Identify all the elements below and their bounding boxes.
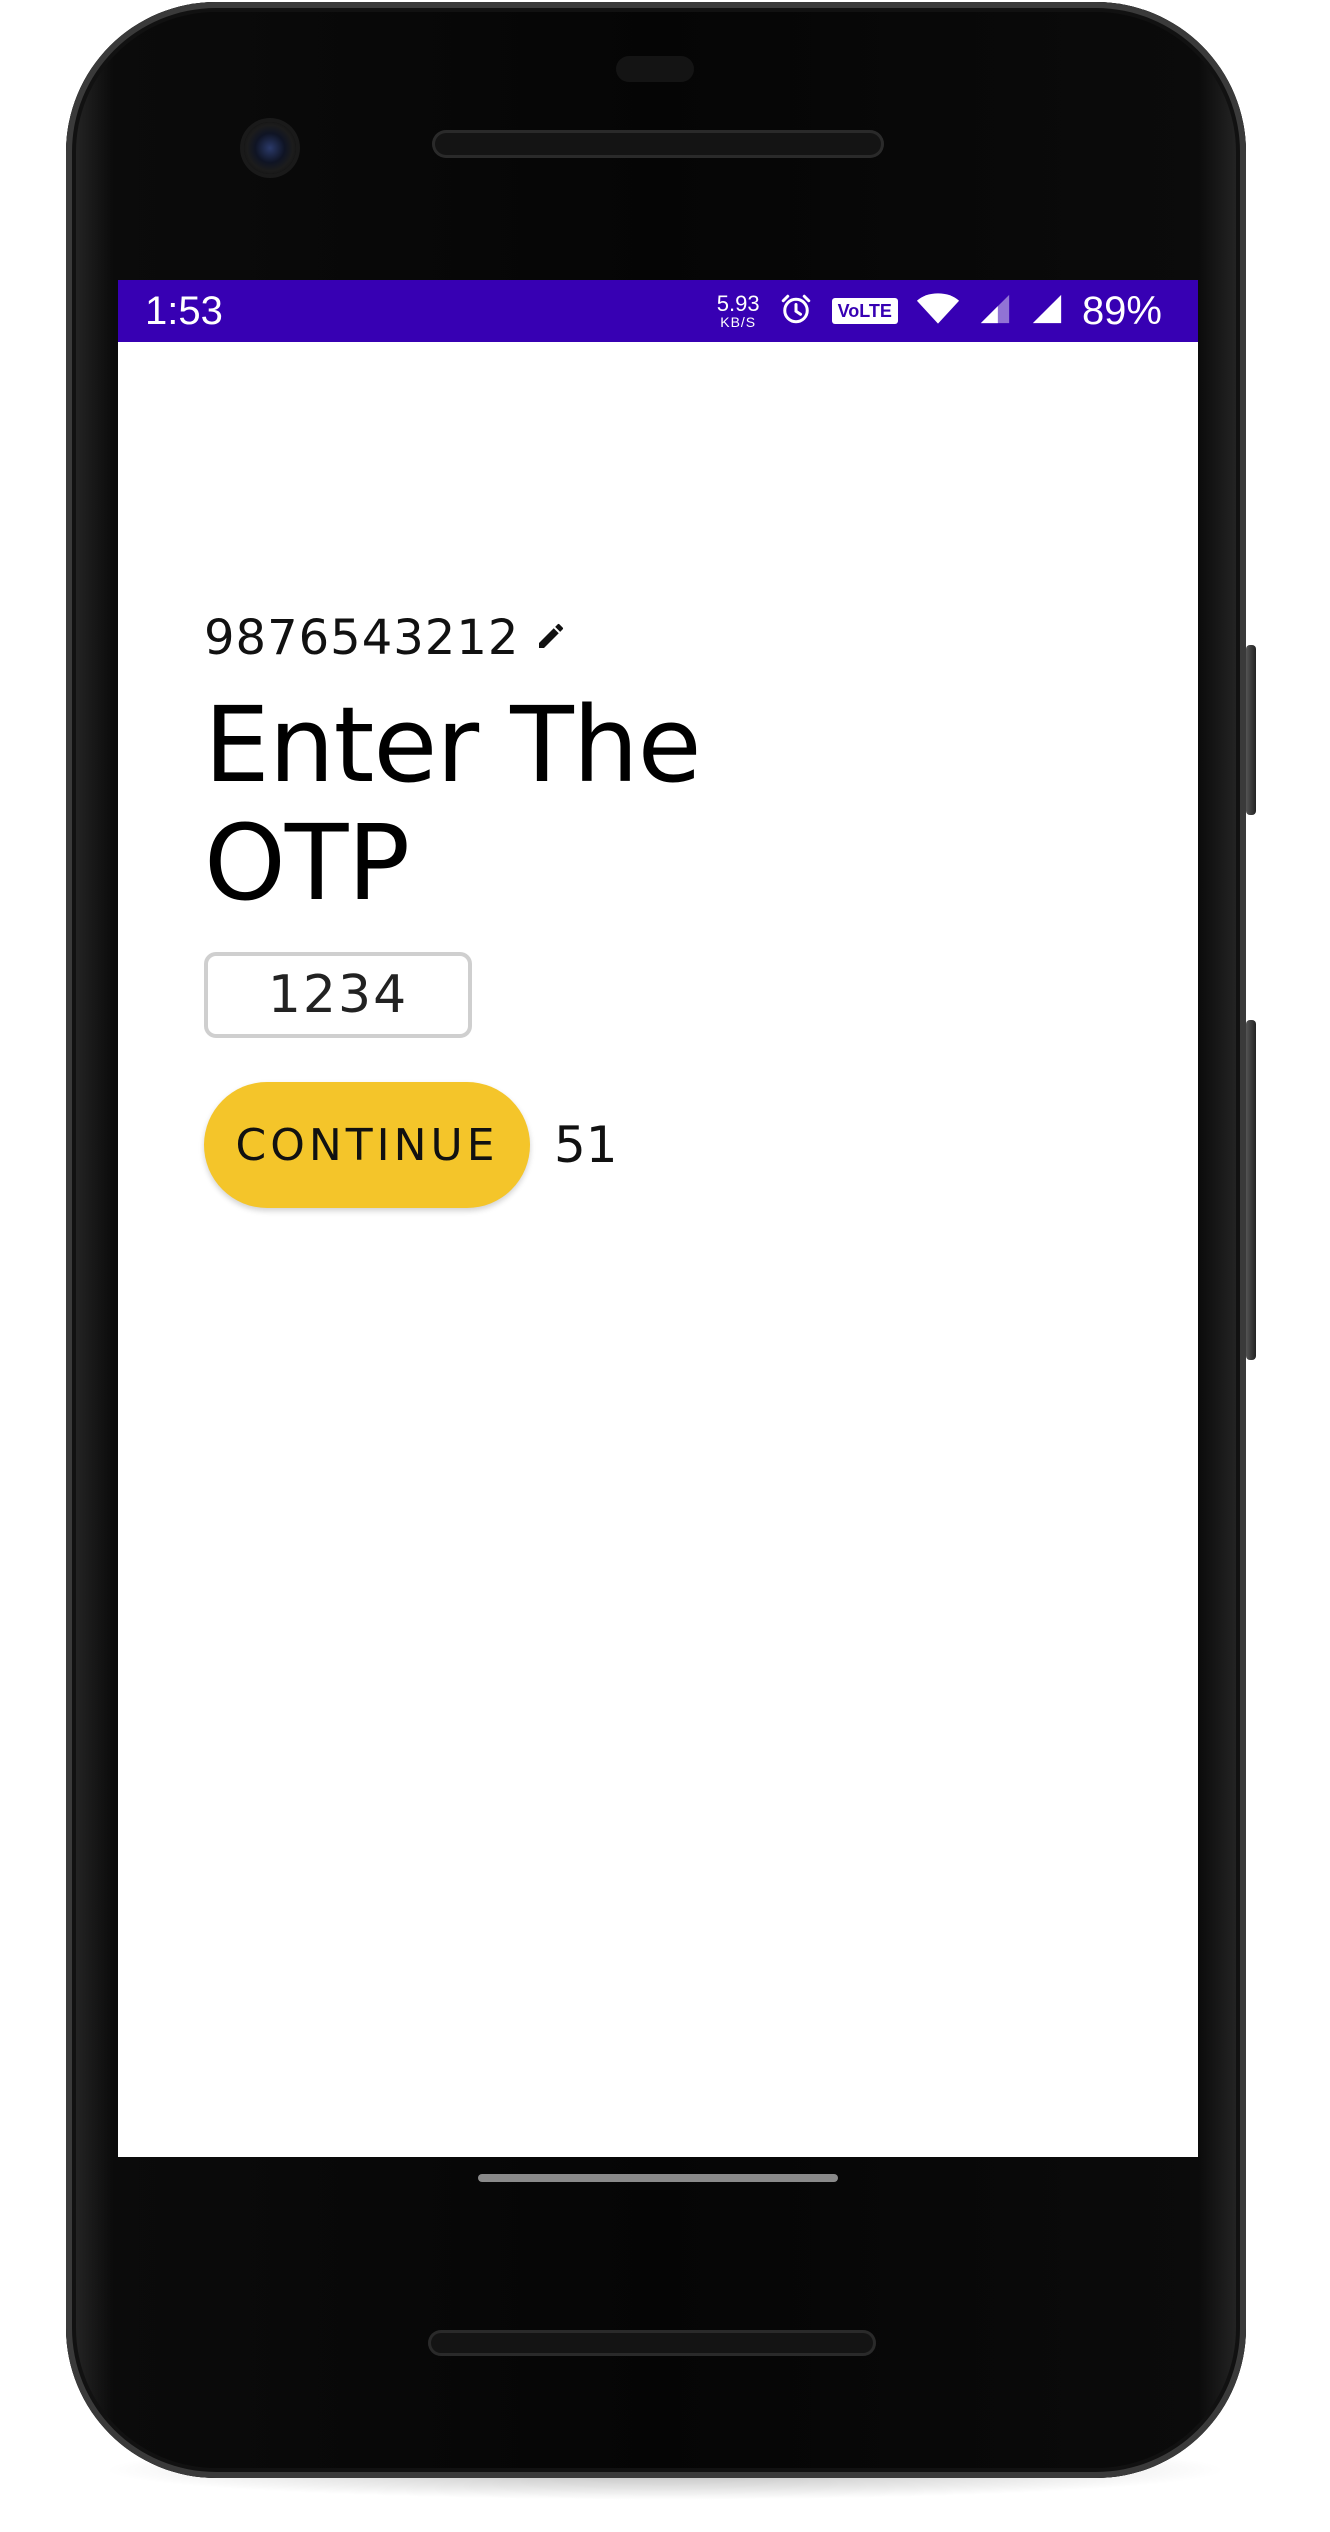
phone-number: 9876543212 xyxy=(204,610,520,666)
signal-icon xyxy=(978,292,1012,330)
otp-form: 9876543212 Enter The OTP 1234 CONTINUE 5… xyxy=(204,610,804,1208)
network-speed-value: 5.93 xyxy=(716,291,760,316)
device-screen: 1:53 5.93 KB/S VoLTE 89% 9876543212 Ente… xyxy=(118,280,1198,2157)
wifi-icon xyxy=(916,292,960,330)
resend-countdown: 51 xyxy=(554,1116,618,1174)
home-gesture-bar[interactable] xyxy=(478,2174,838,2182)
action-row: CONTINUE 51 xyxy=(204,1082,804,1208)
front-camera xyxy=(244,122,296,174)
power-button xyxy=(1246,645,1256,815)
status-time: 1:53 xyxy=(145,289,223,333)
battery-percent: 89% xyxy=(1081,289,1162,333)
bottom-speaker-grille xyxy=(428,2330,876,2356)
volte-badge: VoLTE xyxy=(831,298,898,324)
otp-input[interactable]: 1234 xyxy=(204,952,472,1038)
network-speed: 5.93 KB/S xyxy=(716,291,760,330)
network-speed-unit: KB/S xyxy=(720,314,757,330)
alarm-icon xyxy=(778,291,814,331)
status-icons: 5.93 KB/S VoLTE 89% xyxy=(717,280,1162,342)
page-title: Enter The OTP xyxy=(204,684,702,924)
continue-button[interactable]: CONTINUE xyxy=(204,1082,530,1208)
status-bar: 1:53 5.93 KB/S VoLTE 89% xyxy=(118,280,1198,342)
top-speaker-grille xyxy=(432,130,884,158)
phone-number-row: 9876543212 xyxy=(204,610,804,666)
volume-rocker xyxy=(1246,1020,1256,1360)
proximity-sensor xyxy=(616,56,694,82)
pencil-icon[interactable] xyxy=(535,620,567,656)
signal-icon xyxy=(1030,292,1064,330)
